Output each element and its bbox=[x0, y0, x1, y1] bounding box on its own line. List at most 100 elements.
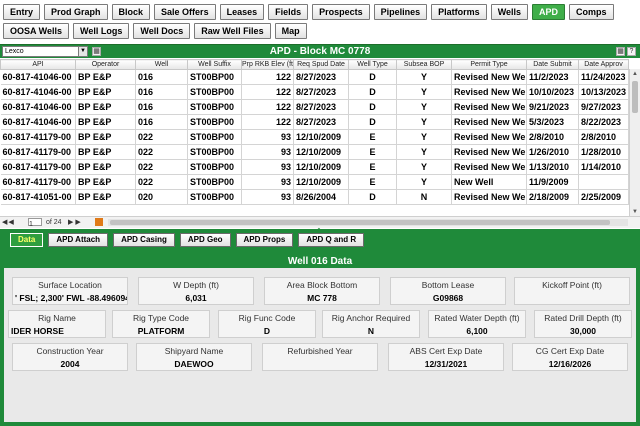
cell-prp-rkb-elev-ft: 93 bbox=[241, 129, 294, 145]
field-value: G09868 bbox=[432, 293, 464, 303]
field-value: 30,000 bbox=[570, 326, 596, 336]
field-w-depth-ft: W Depth (ft) 6,031 bbox=[138, 277, 254, 305]
nav-button-prod-graph[interactable]: Prod Graph bbox=[44, 4, 108, 20]
table-row[interactable]: 60-817-41179-00 BP E&P 022 ST00BP00 93 12/10/… bbox=[0, 144, 629, 160]
cell-well: 016 bbox=[135, 84, 188, 100]
cell-api: 60-817-41179-00 bbox=[0, 129, 76, 145]
nav-button-well-logs[interactable]: Well Logs bbox=[73, 23, 130, 39]
cell-subsea-bop: Y bbox=[396, 174, 452, 190]
cell-api: 60-817-41179-00 bbox=[0, 174, 76, 190]
field-value: 12/31/2021 bbox=[424, 359, 468, 369]
vertical-scrollbar[interactable]: ▲ ▼ bbox=[629, 69, 640, 217]
nav-button-sale-offers[interactable]: Sale Offers bbox=[154, 4, 216, 20]
nav-button-apd[interactable]: APD bbox=[532, 4, 566, 20]
tab-apd-props[interactable]: APD Props bbox=[235, 233, 294, 247]
nav-button-prospects[interactable]: Prospects bbox=[312, 4, 370, 20]
cell-prp-rkb-elev-ft: 93 bbox=[241, 174, 294, 190]
tab-apd-geo[interactable]: APD Geo bbox=[179, 233, 231, 247]
horizontal-scrollbar[interactable] bbox=[108, 219, 628, 226]
table-row[interactable]: 60-817-41179-00 BP E&P 022 ST00BP00 93 12/10/… bbox=[0, 174, 629, 190]
cell-date-submit: 9/21/2023 bbox=[526, 99, 579, 115]
table-row[interactable]: 60-817-41046-00 BP E&P 016 ST00BP00 122 8/27/… bbox=[0, 84, 629, 100]
cell-date-approv: 11/24/2023 bbox=[578, 69, 629, 85]
nav-button-fields[interactable]: Fields bbox=[268, 4, 309, 20]
cell-prp-rkb-elev-ft: 122 bbox=[241, 99, 294, 115]
nav-button-oosa-wells[interactable]: OOSA Wells bbox=[3, 23, 70, 39]
nav-button-wells[interactable]: Wells bbox=[490, 4, 529, 20]
field-kickoff-point-ft: Kickoff Point (ft) bbox=[514, 277, 630, 305]
field-label: Rated Drill Depth (ft) bbox=[544, 313, 622, 323]
cell-prp-rkb-elev-ft: 93 bbox=[241, 189, 294, 205]
field-rig-anchor-required: Rig Anchor Required N bbox=[322, 310, 420, 338]
column-header-well-suffix[interactable]: Well Suffix bbox=[187, 59, 242, 70]
nav-button-raw-well-files[interactable]: Raw Well Files bbox=[194, 23, 271, 39]
cell-req-spud-date: 8/26/2004 bbox=[293, 189, 349, 205]
pager-text: 1 of 24 bbox=[26, 217, 62, 228]
cell-operator: BP E&P bbox=[75, 99, 136, 115]
cell-well: 022 bbox=[135, 129, 188, 145]
filter-icon[interactable]: ▦ bbox=[92, 47, 101, 56]
cell-well-suffix: ST00BP00 bbox=[187, 174, 242, 190]
tab-data[interactable]: Data bbox=[10, 233, 44, 247]
field-rig-func-code: Rig Func Code D bbox=[218, 310, 316, 338]
cell-well-suffix: ST00BP00 bbox=[187, 69, 242, 85]
column-header-req-spud-date[interactable]: Req Spud Date bbox=[293, 59, 349, 70]
cell-date-approv: 8/22/2023 bbox=[578, 114, 629, 130]
apd-grid-panel: APD - Block MC 0778 Lexco ▼ ▦ ▦ ? API Ope… bbox=[0, 44, 640, 235]
nav-button-block[interactable]: Block bbox=[111, 4, 151, 20]
vertical-scroll-thumb[interactable] bbox=[632, 81, 638, 113]
table-row[interactable]: 60-817-41179-00 BP E&P 022 ST00BP00 93 12/10/… bbox=[0, 159, 629, 175]
export-icon[interactable] bbox=[95, 218, 103, 226]
nav-button-platforms[interactable]: Platforms bbox=[431, 4, 487, 20]
tab-apd-q-and-r[interactable]: APD Q and R bbox=[298, 233, 365, 247]
scroll-up-icon[interactable]: ▲ bbox=[630, 69, 640, 79]
grid-titlebar: APD - Block MC 0778 Lexco ▼ ▦ ▦ ? bbox=[0, 45, 640, 58]
column-header-prp-rkb-elev-ft[interactable]: Prp RKB Elev (ft) bbox=[241, 59, 294, 70]
column-header-api[interactable]: API bbox=[0, 59, 76, 70]
pager-prev-icons[interactable]: ◀◀ bbox=[2, 217, 15, 228]
nav-button-well-docs[interactable]: Well Docs bbox=[133, 23, 191, 39]
cell-req-spud-date: 8/27/2023 bbox=[293, 69, 349, 85]
cell-well-suffix: ST00BP00 bbox=[187, 129, 242, 145]
field-rated-water-depth-ft: Rated Water Depth (ft) 6,100 bbox=[428, 310, 526, 338]
tab-apd-attach[interactable]: APD Attach bbox=[48, 233, 109, 247]
cell-req-spud-date: 12/10/2009 bbox=[293, 144, 349, 160]
nav-button-map[interactable]: Map bbox=[274, 23, 307, 39]
column-header-well-type[interactable]: Well Type bbox=[348, 59, 397, 70]
field-label: Area Block Bottom bbox=[286, 280, 358, 290]
table-row[interactable]: 60-817-41046-00 BP E&P 016 ST00BP00 122 8/27/… bbox=[0, 69, 629, 85]
field-value: D bbox=[263, 326, 271, 336]
detail-title: Well 016 Data bbox=[4, 256, 636, 268]
table-row[interactable]: 60-817-41046-00 BP E&P 016 ST00BP00 122 8/27/… bbox=[0, 114, 629, 130]
chevron-down-icon[interactable]: ▼ bbox=[78, 47, 87, 56]
cell-date-approv: 1/14/2010 bbox=[578, 159, 629, 175]
table-row[interactable]: 60-817-41046-00 BP E&P 016 ST00BP00 122 8/27/… bbox=[0, 99, 629, 115]
page-number-value: 1 bbox=[29, 221, 33, 229]
column-header-date-submit[interactable]: Date Submit bbox=[526, 59, 579, 70]
nav-button-leases[interactable]: Leases bbox=[219, 4, 265, 20]
cell-req-spud-date: 8/27/2023 bbox=[293, 114, 349, 130]
cell-subsea-bop: Y bbox=[396, 159, 452, 175]
column-header-date-approv[interactable]: Date Approv bbox=[578, 59, 629, 70]
help-icon[interactable]: ? bbox=[627, 47, 636, 56]
grid-options-icon[interactable]: ▦ bbox=[616, 47, 625, 56]
nav-button-entry[interactable]: Entry bbox=[3, 4, 41, 20]
page-number-input[interactable]: 1 bbox=[28, 218, 42, 229]
operator-filter-select[interactable]: Lexco ▼ bbox=[2, 46, 88, 57]
table-row[interactable]: 60-817-41179-00 BP E&P 022 ST00BP00 93 12/10/… bbox=[0, 129, 629, 145]
pager-next-icons[interactable]: ▶▶ bbox=[68, 217, 83, 228]
cell-subsea-bop: Y bbox=[396, 114, 452, 130]
column-header-permit-type[interactable]: Permit Type bbox=[451, 59, 527, 70]
column-header-subsea-bop[interactable]: Subsea BOP bbox=[396, 59, 452, 70]
nav-button-comps[interactable]: Comps bbox=[569, 4, 614, 20]
top-nav: Entry Prod Graph Block Sale Offers Leases Fie… bbox=[0, 0, 640, 44]
cell-api: 60-817-41046-00 bbox=[0, 99, 76, 115]
cell-subsea-bop: Y bbox=[396, 69, 452, 85]
field-label: Rig Type Code bbox=[132, 313, 190, 323]
nav-button-pipelines[interactable]: Pipelines bbox=[373, 4, 428, 20]
column-header-operator[interactable]: Operator bbox=[75, 59, 136, 70]
horizontal-scroll-thumb[interactable] bbox=[110, 220, 610, 225]
tab-apd-casing[interactable]: APD Casing bbox=[113, 233, 175, 247]
table-row[interactable]: 60-817-41051-00 BP E&P 020 ST00BP00 93 8/26/2… bbox=[0, 189, 629, 205]
column-header-well[interactable]: Well bbox=[135, 59, 188, 70]
